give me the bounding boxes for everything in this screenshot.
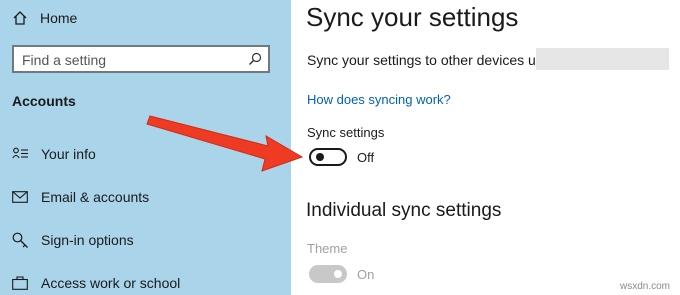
- search-input[interactable]: [22, 51, 237, 69]
- home-nav-item[interactable]: Home: [12, 8, 77, 28]
- sync-settings-toggle[interactable]: [309, 148, 347, 166]
- how-syncing-works-link[interactable]: How does syncing work?: [307, 92, 451, 107]
- page-title: Sync your settings: [306, 2, 519, 32]
- sidebar-item-label: Your info: [41, 146, 96, 162]
- main-content: Sync your settings Sync your settings to…: [291, 0, 680, 295]
- individual-sync-heading: Individual sync settings: [306, 200, 502, 221]
- sidebar-item-email-accounts[interactable]: Email & accounts: [12, 186, 149, 208]
- toggle-knob: [316, 153, 324, 161]
- redacted-account: [536, 48, 669, 70]
- theme-toggle: [309, 265, 347, 283]
- sidebar-item-label: Access work or school: [41, 275, 181, 291]
- home-icon: [13, 11, 27, 25]
- watermark: wsxdn.com: [620, 281, 671, 292]
- person-list-icon: [12, 147, 28, 159]
- sidebar-item-label: Email & accounts: [41, 189, 150, 205]
- mail-icon: [12, 191, 28, 203]
- sync-description: Sync your settings to other devices usin…: [307, 52, 562, 68]
- search-icon[interactable]: [248, 52, 262, 66]
- sync-toggle-state: Off: [357, 150, 375, 165]
- sidebar-item-sign-in-options[interactable]: Sign-in options: [12, 229, 134, 251]
- theme-toggle-state: On: [357, 267, 375, 282]
- section-title: Accounts: [12, 93, 76, 109]
- sidebar-item-your-info[interactable]: Your info: [12, 143, 96, 165]
- home-label: Home: [40, 10, 78, 26]
- sidebar: Home Accounts Your info Email & accounts: [0, 0, 291, 295]
- theme-label: Theme: [307, 241, 348, 256]
- search-box[interactable]: [12, 45, 270, 73]
- key-icon: [12, 232, 28, 248]
- sidebar-item-access-work[interactable]: Access work or school: [12, 272, 180, 294]
- sync-settings-label: Sync settings: [307, 125, 385, 140]
- briefcase-icon: [12, 276, 28, 290]
- toggle-knob: [334, 270, 342, 278]
- sidebar-item-label: Sign-in options: [41, 232, 134, 248]
